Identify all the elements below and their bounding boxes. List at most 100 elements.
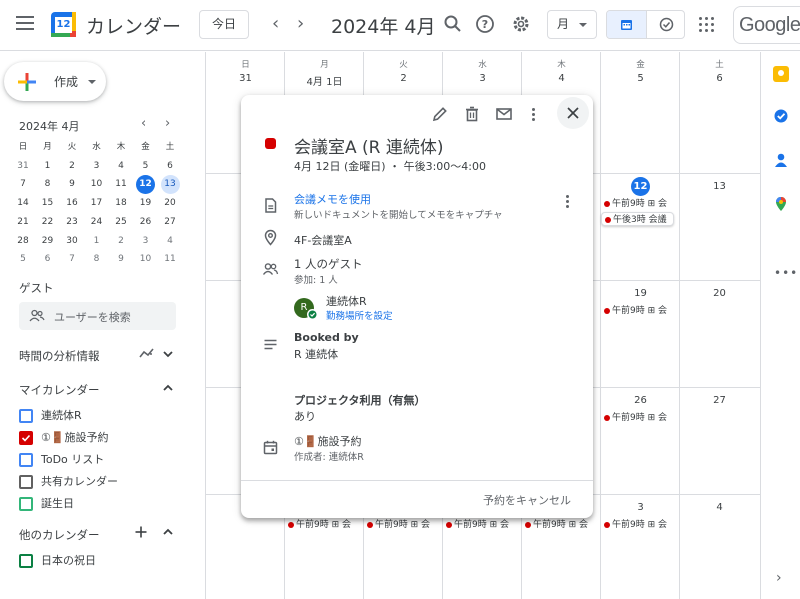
mini-date-cell[interactable]: 13 <box>160 175 180 195</box>
tasks-view-toggle[interactable] <box>646 11 684 38</box>
mini-date-cell[interactable]: 30 <box>60 232 84 251</box>
event-chip[interactable]: 午前9時 ⊞ 会 <box>601 304 674 318</box>
mini-date-cell[interactable]: 10 <box>134 250 158 269</box>
date-cell-26[interactable]: 26 <box>601 395 680 406</box>
mini-date-cell[interactable]: 10 <box>85 175 109 194</box>
mini-date-cell[interactable]: 2 <box>109 232 133 251</box>
mini-date-cell[interactable]: 14 <box>11 194 35 213</box>
event-chip-selected[interactable]: 午後3時 会議 <box>601 212 674 226</box>
date-cell[interactable]: 2 <box>364 73 443 84</box>
mini-date-cell[interactable]: 20 <box>158 194 182 213</box>
mini-date-cell[interactable]: 28 <box>11 232 35 251</box>
date-cell[interactable]: 4月 1日 <box>285 73 364 88</box>
expand-panel-icon[interactable]: › <box>776 570 782 586</box>
add-calendar-plus-icon[interactable] <box>135 526 147 538</box>
event-chip[interactable]: 午前9時 ⊞ 会 <box>364 518 437 532</box>
settings-gear-icon[interactable] <box>511 14 531 34</box>
mini-date-cell[interactable]: 2 <box>60 157 84 176</box>
mini-date-cell[interactable]: 6 <box>158 157 182 176</box>
insights-chart-icon[interactable] <box>139 347 155 359</box>
mini-date-cell[interactable]: 27 <box>158 213 182 232</box>
mini-date-cell[interactable]: 1 <box>85 232 109 251</box>
date-cell[interactable]: 31 <box>206 73 285 84</box>
mini-date-cell[interactable]: 9 <box>60 175 84 194</box>
calendar-list-item[interactable]: 共有カレンダー <box>19 475 179 491</box>
calendar-checkbox[interactable] <box>19 453 33 467</box>
mini-date-cell[interactable]: 23 <box>60 213 84 232</box>
cancel-booking-button[interactable]: 予約をキャンセル <box>483 492 571 508</box>
calendar-checkbox[interactable] <box>19 475 33 489</box>
mini-date-cell[interactable]: 26 <box>134 213 158 232</box>
chevron-down-icon[interactable] <box>163 349 173 359</box>
mini-date-cell[interactable]: 18 <box>109 194 133 213</box>
mini-date-cell[interactable]: 11 <box>109 175 133 194</box>
date-cell-may-4[interactable]: 4 <box>680 502 759 513</box>
today-button[interactable]: 今日 <box>199 10 249 39</box>
mini-date-cell[interactable]: 19 <box>134 194 158 213</box>
calendar-list-item[interactable]: 誕生日 <box>19 497 179 513</box>
maps-icon[interactable] <box>773 196 789 212</box>
date-cell[interactable]: 5 <box>601 73 680 84</box>
mini-date-cell[interactable]: 21 <box>11 213 35 232</box>
contacts-icon[interactable] <box>773 152 789 168</box>
calendar-list-item[interactable]: ToDo リスト <box>19 453 179 469</box>
time-insights-label[interactable]: 時間の分析情報 <box>19 348 100 364</box>
mini-date-cell[interactable]: 6 <box>36 250 60 269</box>
email-icon[interactable] <box>495 105 513 123</box>
chevron-up-icon[interactable] <box>163 527 173 537</box>
mini-next-icon[interactable]: › <box>165 116 170 131</box>
other-calendars-label[interactable]: 他のカレンダー <box>19 527 100 543</box>
mini-date-cell[interactable]: 5 <box>11 250 35 269</box>
mini-prev-icon[interactable]: ‹ <box>141 116 146 131</box>
edit-pencil-icon[interactable] <box>431 105 449 123</box>
event-chip[interactable]: 午前9時 ⊞ 会 <box>601 411 674 425</box>
mini-date-cell[interactable]: 17 <box>85 194 109 213</box>
mini-date-cell[interactable]: 7 <box>60 250 84 269</box>
meeting-notes-link[interactable]: 会議メモを使用 <box>294 191 371 207</box>
mini-date-cell[interactable]: 11 <box>158 250 182 269</box>
event-chip[interactable]: 午前9時 ⊞ 会 <box>522 518 595 532</box>
calendar-checkbox[interactable] <box>19 409 33 423</box>
date-cell[interactable]: 3 <box>443 73 522 84</box>
mini-date-cell[interactable]: 12 <box>136 175 155 195</box>
date-cell-19[interactable]: 19 <box>601 288 680 299</box>
mini-date-cell[interactable]: 31 <box>11 157 35 176</box>
event-chip[interactable]: 午前9時 ⊞ 会 <box>443 518 516 532</box>
tasks-icon[interactable] <box>773 108 789 124</box>
mini-date-cell[interactable]: 4 <box>158 232 182 251</box>
date-cell[interactable]: 6 <box>680 73 759 84</box>
date-cell[interactable]: 4 <box>522 73 601 84</box>
date-cell-12-today[interactable]: 12 <box>631 177 650 196</box>
mini-date-cell[interactable]: 9 <box>109 250 133 269</box>
mini-date-cell[interactable]: 15 <box>36 194 60 213</box>
app-title[interactable]: カレンダー <box>86 12 181 39</box>
event-chip[interactable]: 午前9時 ⊞ 会 <box>285 518 358 532</box>
date-cell-may-3[interactable]: 3 <box>601 502 680 513</box>
calendar-checkbox[interactable] <box>19 431 33 445</box>
calendar-view-toggle[interactable] <box>607 11 646 38</box>
next-month-icon[interactable]: › <box>297 14 304 34</box>
mini-date-cell[interactable]: 8 <box>85 250 109 269</box>
more-vert-icon[interactable] <box>532 108 536 122</box>
more-options-icon[interactable]: ••• <box>774 266 798 280</box>
view-selector[interactable]: 月 <box>547 10 597 39</box>
help-icon[interactable]: ? <box>475 14 495 34</box>
mini-date-cell[interactable]: 1 <box>36 157 60 176</box>
create-button[interactable]: 作成 <box>4 62 106 101</box>
my-calendars-label[interactable]: マイカレンダー <box>19 382 100 398</box>
date-cell-20[interactable]: 20 <box>680 288 759 299</box>
close-button[interactable] <box>557 97 589 129</box>
main-menu-icon[interactable] <box>16 16 34 30</box>
calendar-list-item[interactable]: ①🚪施設予約 <box>19 431 179 447</box>
mini-date-cell[interactable]: 5 <box>134 157 158 176</box>
prev-month-icon[interactable]: ‹ <box>272 14 279 34</box>
delete-trash-icon[interactable] <box>463 105 481 123</box>
notes-more-vert-icon[interactable] <box>566 195 570 209</box>
calendar-checkbox[interactable] <box>19 554 33 568</box>
mini-date-cell[interactable]: 7 <box>11 175 35 194</box>
mini-date-cell[interactable]: 8 <box>36 175 60 194</box>
guest-search-input[interactable]: ユーザーを検索 <box>19 302 176 330</box>
mini-date-cell[interactable]: 3 <box>85 157 109 176</box>
mini-date-cell[interactable]: 25 <box>109 213 133 232</box>
google-account-logo[interactable]: Google <box>733 6 800 44</box>
